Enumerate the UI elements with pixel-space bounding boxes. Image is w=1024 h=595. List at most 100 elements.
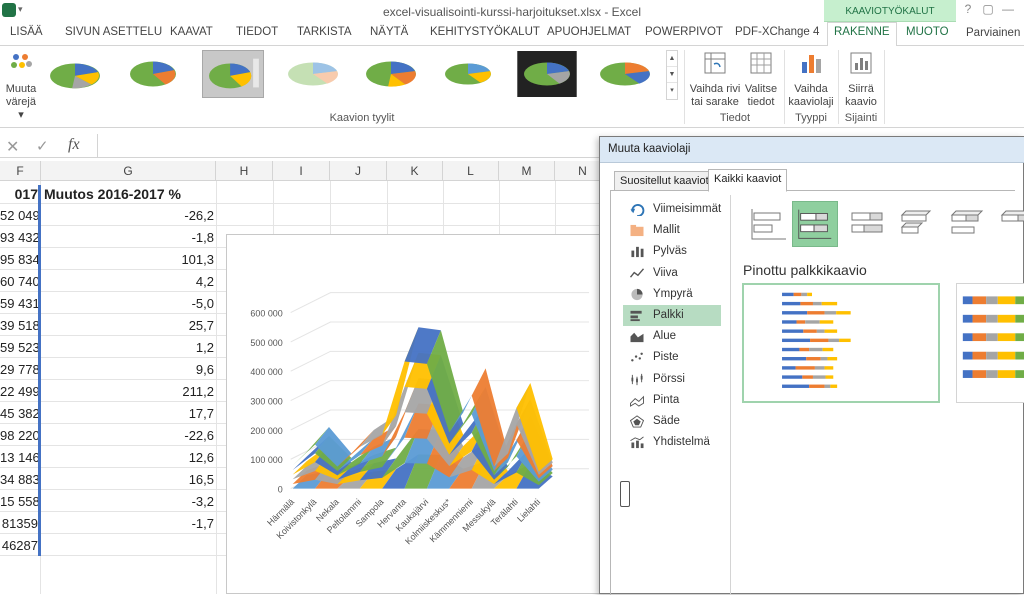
column-header-h[interactable]: H [216,161,273,181]
user-name[interactable]: Parviainen L [966,27,1024,39]
cell-f[interactable]: 22 499 [0,383,40,402]
cell-f[interactable]: 45 382 [0,405,40,424]
cell-f[interactable]: 13 146 [0,449,40,468]
cell-g[interactable]: -1,7 [41,515,216,534]
chart-type-item[interactable]: Alue [623,326,721,347]
cell-f[interactable]: 46287 [0,537,40,556]
insert-function-icon[interactable]: fx [68,136,80,154]
cell-f[interactable]: 39 518 [0,317,40,336]
tab-recommended-charts[interactable]: Suositellut kaaviot [614,171,715,191]
cell-g[interactable]: 17,7 [41,405,216,424]
cell-g[interactable]: 25,7 [41,317,216,336]
cell-g[interactable]: 16,5 [41,471,216,490]
cell-f[interactable]: 15 558 [0,493,40,512]
cell-f[interactable]: 93 432 [0,229,40,248]
chart-style-5[interactable] [360,50,422,98]
tab-view[interactable]: NÄYTÄ [370,26,408,38]
column-header-i[interactable]: I [273,161,330,181]
cell-f[interactable]: 60 740 [0,273,40,292]
column-header-f[interactable]: F [0,161,41,181]
tab-add-ins[interactable]: APUOHJELMAT [547,26,631,38]
restore-icon[interactable]: ▢ [978,2,998,16]
chart-type-item[interactable]: Palkki [623,305,721,326]
tab-review[interactable]: TARKISTA [297,26,352,38]
subtype-3d-stacked-bar[interactable] [944,201,990,247]
minimize-icon[interactable]: — [998,2,1018,16]
cell-g[interactable]: -5,0 [41,295,216,314]
column-header-k[interactable]: K [387,161,443,181]
cell-f[interactable]: 81359 [0,515,40,534]
change-colors-button[interactable]: Muuta värejä ▾ [2,50,40,122]
gallery-more-icon[interactable]: ▾ [667,83,677,99]
cell-f[interactable]: 95 834 [0,251,40,270]
cell-f[interactable]: 34 883 [0,471,40,490]
resize-handle-icon[interactable] [620,481,630,507]
switch-row-column-button[interactable]: Vaihda rivi tai sarake [688,50,742,109]
column-header-m[interactable]: M [499,161,555,181]
cell-g[interactable]: 1,2 [41,339,216,358]
chart-style-4[interactable] [282,50,344,98]
cell-g[interactable]: 12,6 [41,449,216,468]
chart-style-1[interactable] [44,50,106,98]
stacked-bar-preview-alt[interactable] [956,283,1024,403]
cell-g[interactable]: 4,2 [41,273,216,292]
chart-type-item[interactable]: Säde [623,411,721,432]
tab-formulas[interactable]: KAAVAT [170,26,213,38]
gallery-scroll[interactable]: ▲ ▼ ▾ [666,50,678,100]
tab-design[interactable]: RAKENNE [827,22,897,47]
subtype-100-stacked-bar[interactable] [844,201,890,247]
cell-f[interactable]: 98 220 [0,427,40,446]
chart-type-item[interactable]: Mallit [623,220,721,241]
chart-type-item[interactable]: Yhdistelmä [623,432,721,453]
cell-f[interactable]: 29 778 [0,361,40,380]
gallery-up-icon[interactable]: ▲ [667,51,677,67]
column-header-g[interactable]: G [41,161,216,181]
cell-g[interactable]: 9,6 [41,361,216,380]
cell-g[interactable] [41,537,216,556]
chart-style-2[interactable] [122,50,184,98]
change-chart-type-button[interactable]: Vaihda kaaviolaji [786,50,836,109]
column-header-l[interactable]: L [443,161,499,181]
area-3d-chart[interactable]: 0 100 000 200 000 300 000 400 000 500 000 600 … [226,234,606,594]
move-chart-button[interactable]: Siirrä kaavio [840,50,882,109]
chart-type-item[interactable]: Ympyrä [623,284,721,305]
chart-style-7[interactable] [516,50,578,98]
subtype-3d-clustered-bar[interactable] [894,201,940,247]
tab-developer[interactable]: KEHITYSTYÖKALUT [430,26,540,38]
chart-type-item[interactable]: Viiva [623,263,721,284]
tab-data[interactable]: TIEDOT [236,26,278,38]
select-data-button[interactable]: Valitse tiedot [742,50,780,109]
enter-icon[interactable]: ✓ [36,137,49,155]
cell-g[interactable]: 211,2 [41,383,216,402]
cell-f[interactable]: 52 049 [0,207,40,226]
cell-f[interactable]: 59 431 [0,295,40,314]
chart-style-8[interactable] [594,50,656,98]
subtype-3d-100-stacked-bar[interactable] [994,201,1024,247]
cell-f[interactable]: 59 523 [0,339,40,358]
cancel-icon[interactable]: ✕ [6,137,19,157]
tab-format[interactable]: MUOTO [906,26,949,38]
chart-type-item[interactable]: Pörssi [623,369,721,390]
cell-g[interactable]: 101,3 [41,251,216,270]
tab-powerpivot[interactable]: POWERPIVOT [645,26,723,38]
cell-g[interactable]: -3,2 [41,493,216,512]
cell-g[interactable]: -1,8 [41,229,216,248]
chart-type-item[interactable]: Pylväs [623,241,721,262]
chart-style-6[interactable] [437,50,499,98]
chart-type-item[interactable]: Viimeisimmät [623,199,721,220]
tab-page-layout[interactable]: SIVUN ASETTELU [65,26,162,38]
column-header-j[interactable]: J [330,161,387,181]
subtype-stacked-bar[interactable] [792,201,838,247]
cell-g[interactable]: -22,6 [41,427,216,446]
cell-g-header[interactable]: Muutos 2016-2017 % [41,185,216,204]
tab-pdf-xchange[interactable]: PDF-XChange 4 [735,26,819,38]
help-icon[interactable]: ? [958,2,978,16]
chart-style-3[interactable] [202,50,264,98]
stacked-bar-preview[interactable] [742,283,940,403]
subtype-clustered-bar[interactable] [746,201,792,247]
chart-type-item[interactable]: Pinta [623,390,721,411]
chart-type-item[interactable]: Piste [623,347,721,368]
cell-g[interactable]: -26,2 [41,207,216,226]
gallery-down-icon[interactable]: ▼ [667,67,677,83]
tab-insert[interactable]: LISÄÄ [10,26,43,38]
